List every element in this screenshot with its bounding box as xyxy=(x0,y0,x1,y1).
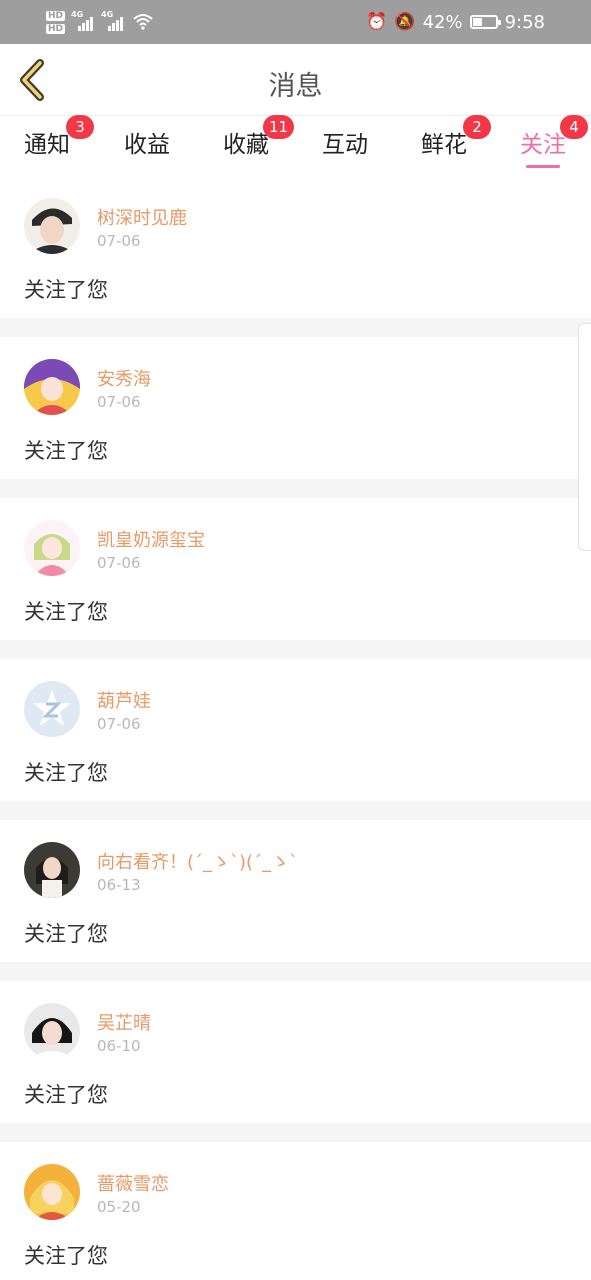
divider xyxy=(0,479,591,498)
list-item[interactable]: 蔷薇雪恋 05-20 关注了您 xyxy=(0,1142,591,1280)
scroll-handle[interactable] xyxy=(578,323,591,551)
list-item[interactable]: 安秀海 07-06 关注了您 xyxy=(0,337,591,479)
message-text: 关注了您 xyxy=(24,1244,108,1268)
user-name[interactable]: 凯皇奶源玺宝 xyxy=(97,526,205,552)
tab-label: 互动 xyxy=(322,132,368,158)
status-right: ⏰ 🔕 42% 9:58 xyxy=(366,0,545,44)
tab-bar: 通知 3 收益 收藏 11 互动 鲜花 2 关注 4 xyxy=(0,115,591,168)
date: 05-20 xyxy=(97,1198,141,1216)
list-item[interactable]: 吴芷晴 06-10 关注了您 xyxy=(0,981,591,1123)
page-title: 消息 xyxy=(268,71,323,102)
date: 07-06 xyxy=(97,554,141,572)
message-text: 关注了您 xyxy=(24,761,108,785)
date: 06-10 xyxy=(97,1037,141,1055)
alarm-icon: ⏰ xyxy=(366,12,388,32)
list-item[interactable]: 树深时见鹿 07-06 关注了您 xyxy=(0,176,591,318)
divider xyxy=(0,1123,591,1142)
signal-icon-2: 4G xyxy=(101,11,125,33)
date: 07-06 xyxy=(97,715,141,733)
tab-badge: 2 xyxy=(463,115,491,139)
avatar[interactable] xyxy=(24,842,80,898)
user-name[interactable]: 树深时见鹿 xyxy=(97,204,187,230)
avatar[interactable] xyxy=(24,359,80,415)
user-name[interactable]: 葫芦娃 xyxy=(97,687,151,713)
hd-badge-2: HD xyxy=(46,23,66,34)
tab-label: 关注 xyxy=(520,132,566,158)
user-name[interactable]: 向右看齐！(´_ゝ`)(´_ゝ` xyxy=(97,848,298,874)
message-text: 关注了您 xyxy=(24,1083,108,1107)
tab-flowers[interactable]: 鲜花 2 xyxy=(409,115,491,159)
battery-icon xyxy=(469,15,501,29)
list-item[interactable]: 向右看齐！(´_ゝ`)(´_ゝ` 06-13 关注了您 xyxy=(0,820,591,962)
divider xyxy=(0,801,591,820)
tab-label: 收益 xyxy=(124,132,170,158)
user-name[interactable]: 蔷薇雪恋 xyxy=(97,1170,169,1196)
message-text: 关注了您 xyxy=(24,600,108,624)
avatar[interactable] xyxy=(24,1164,80,1220)
date: 06-13 xyxy=(97,876,141,894)
tab-badge: 4 xyxy=(560,115,588,139)
wifi-icon xyxy=(133,14,153,30)
tab-favorites[interactable]: 收藏 11 xyxy=(211,115,295,159)
mute-icon: 🔕 xyxy=(394,12,416,32)
signal-icon-1: 4G xyxy=(71,11,95,33)
hd-indicators: HD HD xyxy=(46,10,66,34)
date: 07-06 xyxy=(97,232,141,250)
hd-badge-1: HD xyxy=(46,10,66,21)
divider xyxy=(0,962,591,981)
tab-badge: 11 xyxy=(263,115,295,139)
tab-label: 收藏 xyxy=(223,132,269,158)
active-tab-indicator xyxy=(526,165,560,168)
status-bar: HD HD 4G 4G ⏰ 🔕 42% 9:58 xyxy=(0,0,591,44)
tab-earnings[interactable]: 收益 xyxy=(112,125,182,159)
divider xyxy=(0,318,591,337)
message-text: 关注了您 xyxy=(24,439,108,463)
avatar[interactable] xyxy=(24,520,80,576)
user-name[interactable]: 安秀海 xyxy=(97,365,151,391)
tab-interactions[interactable]: 互动 xyxy=(310,125,380,159)
status-left: HD HD 4G 4G xyxy=(46,6,153,38)
avatar[interactable] xyxy=(24,198,80,254)
tab-following[interactable]: 关注 4 xyxy=(508,115,588,168)
message-text: 关注了您 xyxy=(24,278,108,302)
avatar[interactable] xyxy=(24,681,80,737)
list-item[interactable]: 葫芦娃 07-06 关注了您 xyxy=(0,659,591,801)
date: 07-06 xyxy=(97,393,141,411)
user-name[interactable]: 吴芷晴 xyxy=(97,1009,151,1035)
follow-list: 树深时见鹿 07-06 关注了您 安秀海 07-06 关注了您 凯皇奶源玺宝 0… xyxy=(0,176,591,1280)
clock: 9:58 xyxy=(504,11,545,33)
avatar[interactable] xyxy=(24,1003,80,1059)
battery-percent: 42% xyxy=(422,11,463,33)
message-text: 关注了您 xyxy=(24,922,108,946)
tab-label: 鲜花 xyxy=(421,132,467,158)
tab-badge: 3 xyxy=(66,115,94,139)
app-header: 消息 xyxy=(0,44,591,116)
list-item[interactable]: 凯皇奶源玺宝 07-06 关注了您 xyxy=(0,498,591,640)
tab-notifications[interactable]: 通知 3 xyxy=(12,115,94,159)
tab-label: 通知 xyxy=(24,132,70,158)
divider xyxy=(0,640,591,659)
